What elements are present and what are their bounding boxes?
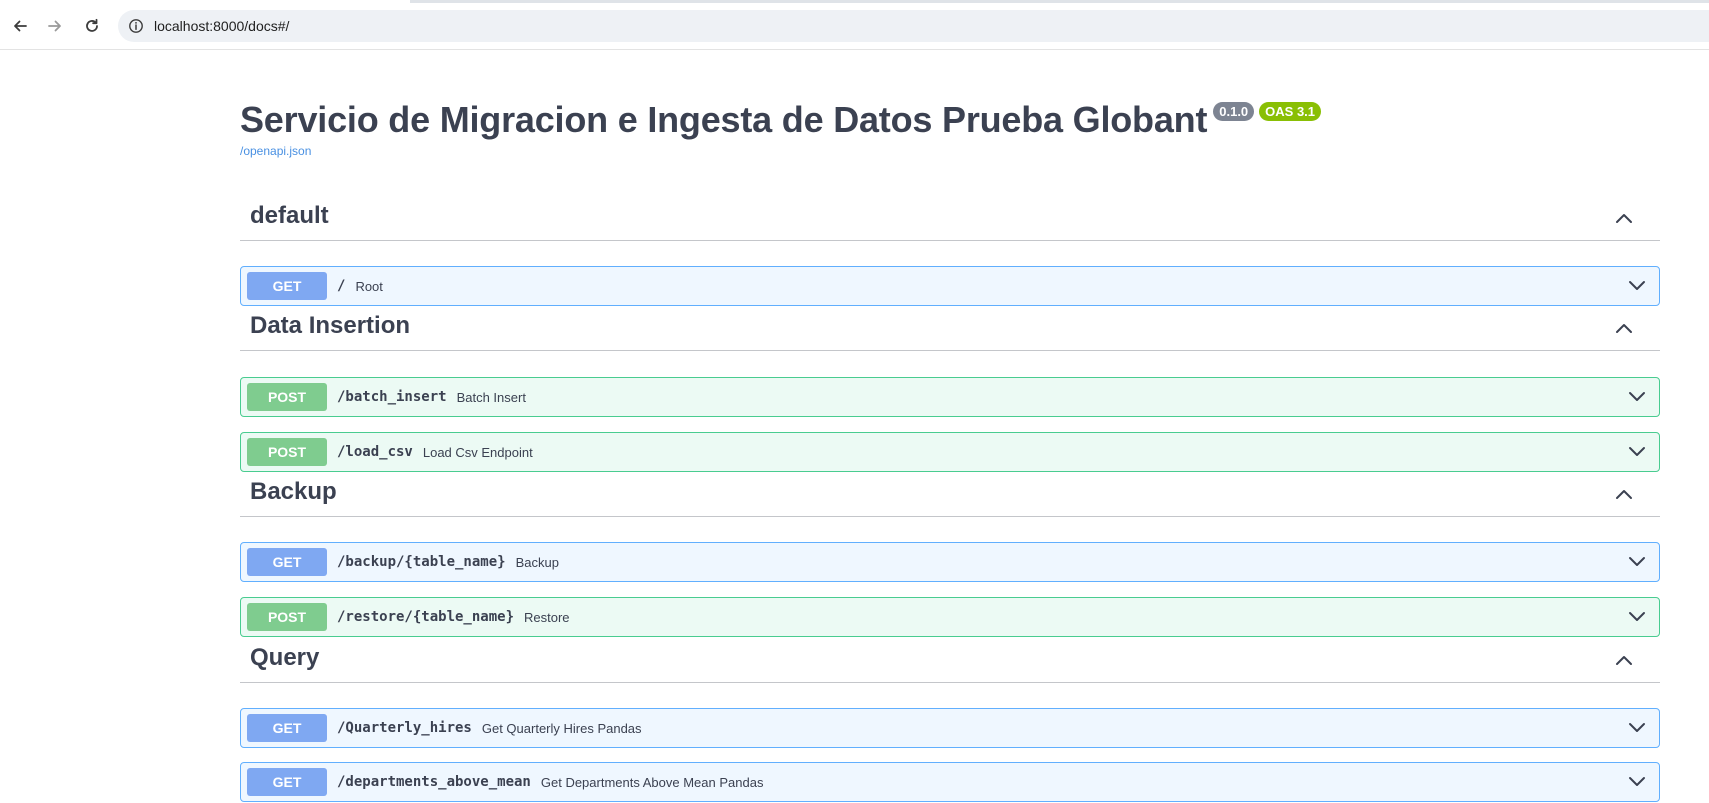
page-title: Servicio de Migracion e Ingesta de Datos… (240, 99, 1208, 140)
method-badge: GET (247, 272, 327, 300)
address-bar[interactable]: localhost:8000/docs#/ (118, 10, 1709, 42)
operation-path: /load_csv (337, 444, 413, 460)
back-button[interactable] (7, 13, 33, 39)
operation-path: / (337, 278, 346, 294)
chevron-up-icon[interactable] (1614, 318, 1634, 338)
method-badge: GET (247, 548, 327, 576)
chevron-down-icon[interactable] (1627, 607, 1647, 627)
tag-name[interactable]: Data Insertion (250, 312, 410, 340)
tag-section-query: Query (240, 638, 1660, 683)
arrow-right-icon (48, 20, 61, 32)
operation-get-backup[interactable]: GET /backup/{table_name} Backup (240, 542, 1660, 582)
version-badge: 0.1.0 (1213, 102, 1255, 121)
tag-name[interactable]: default (250, 202, 329, 230)
active-tab[interactable] (0, 0, 410, 3)
method-badge: GET (247, 714, 327, 742)
tag-header[interactable]: Query (240, 638, 1660, 683)
browser-toolbar: localhost:8000/docs#/ (0, 0, 1709, 50)
operation-post-load-csv[interactable]: POST /load_csv Load Csv Endpoint (240, 432, 1660, 472)
operation-post-batch-insert[interactable]: POST /batch_insert Batch Insert (240, 377, 1660, 417)
method-badge: GET (247, 768, 327, 796)
method-badge: POST (247, 603, 327, 631)
info-icon[interactable] (128, 18, 144, 34)
arrow-left-icon (14, 20, 27, 32)
tag-section-data-insertion: Data Insertion (240, 306, 1660, 351)
tag-header[interactable]: default (240, 196, 1660, 241)
url-text[interactable]: localhost:8000/docs#/ (154, 18, 289, 34)
tag-header[interactable]: Data Insertion (240, 306, 1660, 351)
method-badge: POST (247, 438, 327, 466)
operation-summary: Restore (524, 609, 570, 625)
tag-header[interactable]: Backup (240, 472, 1660, 517)
chevron-down-icon[interactable] (1627, 276, 1647, 296)
openapi-json-link[interactable]: /openapi.json (240, 144, 311, 158)
tag-name[interactable]: Query (250, 644, 319, 672)
chevron-down-icon[interactable] (1627, 442, 1647, 462)
reload-button[interactable] (79, 13, 105, 39)
operation-summary: Root (355, 278, 383, 294)
tab-strip (0, 0, 1709, 3)
chevron-up-icon[interactable] (1614, 208, 1634, 228)
operation-post-restore[interactable]: POST /restore/{table_name} Restore (240, 597, 1660, 637)
operation-path: /departments_above_mean (337, 774, 531, 790)
tag-name[interactable]: Backup (250, 478, 337, 506)
chevron-down-icon[interactable] (1627, 772, 1647, 792)
chevron-down-icon[interactable] (1627, 387, 1647, 407)
operation-path: /restore/{table_name} (337, 609, 515, 625)
operation-get-quarterly-hires[interactable]: GET /Quarterly_hires Get Quarterly Hires… (240, 708, 1660, 748)
operation-path: /Quarterly_hires (337, 720, 472, 736)
info-header: Servicio de Migracion e Ingesta de Datos… (240, 99, 1322, 141)
operation-get-departments-above-mean[interactable]: GET /departments_above_mean Get Departme… (240, 762, 1660, 802)
chevron-up-icon[interactable] (1614, 484, 1634, 504)
oas-badge: OAS 3.1 (1259, 102, 1322, 121)
operation-summary: Get Departments Above Mean Pandas (540, 774, 764, 790)
method-badge: POST (247, 383, 327, 411)
tag-section-backup: Backup (240, 472, 1660, 517)
operation-summary: Get Quarterly Hires Pandas (481, 720, 642, 736)
operation-path: /backup/{table_name} (337, 554, 506, 570)
operation-path: /batch_insert (337, 389, 447, 405)
reload-icon (86, 18, 98, 32)
operation-summary: Backup (515, 554, 559, 570)
operation-summary: Load Csv Endpoint (422, 444, 533, 460)
operation-summary: Batch Insert (456, 389, 526, 405)
forward-button[interactable] (42, 13, 68, 39)
operation-get-root[interactable]: GET / Root (240, 266, 1660, 306)
chevron-down-icon[interactable] (1627, 552, 1647, 572)
chevron-down-icon[interactable] (1627, 718, 1647, 738)
chevron-up-icon[interactable] (1614, 650, 1634, 670)
tag-section-default: default (240, 196, 1660, 241)
